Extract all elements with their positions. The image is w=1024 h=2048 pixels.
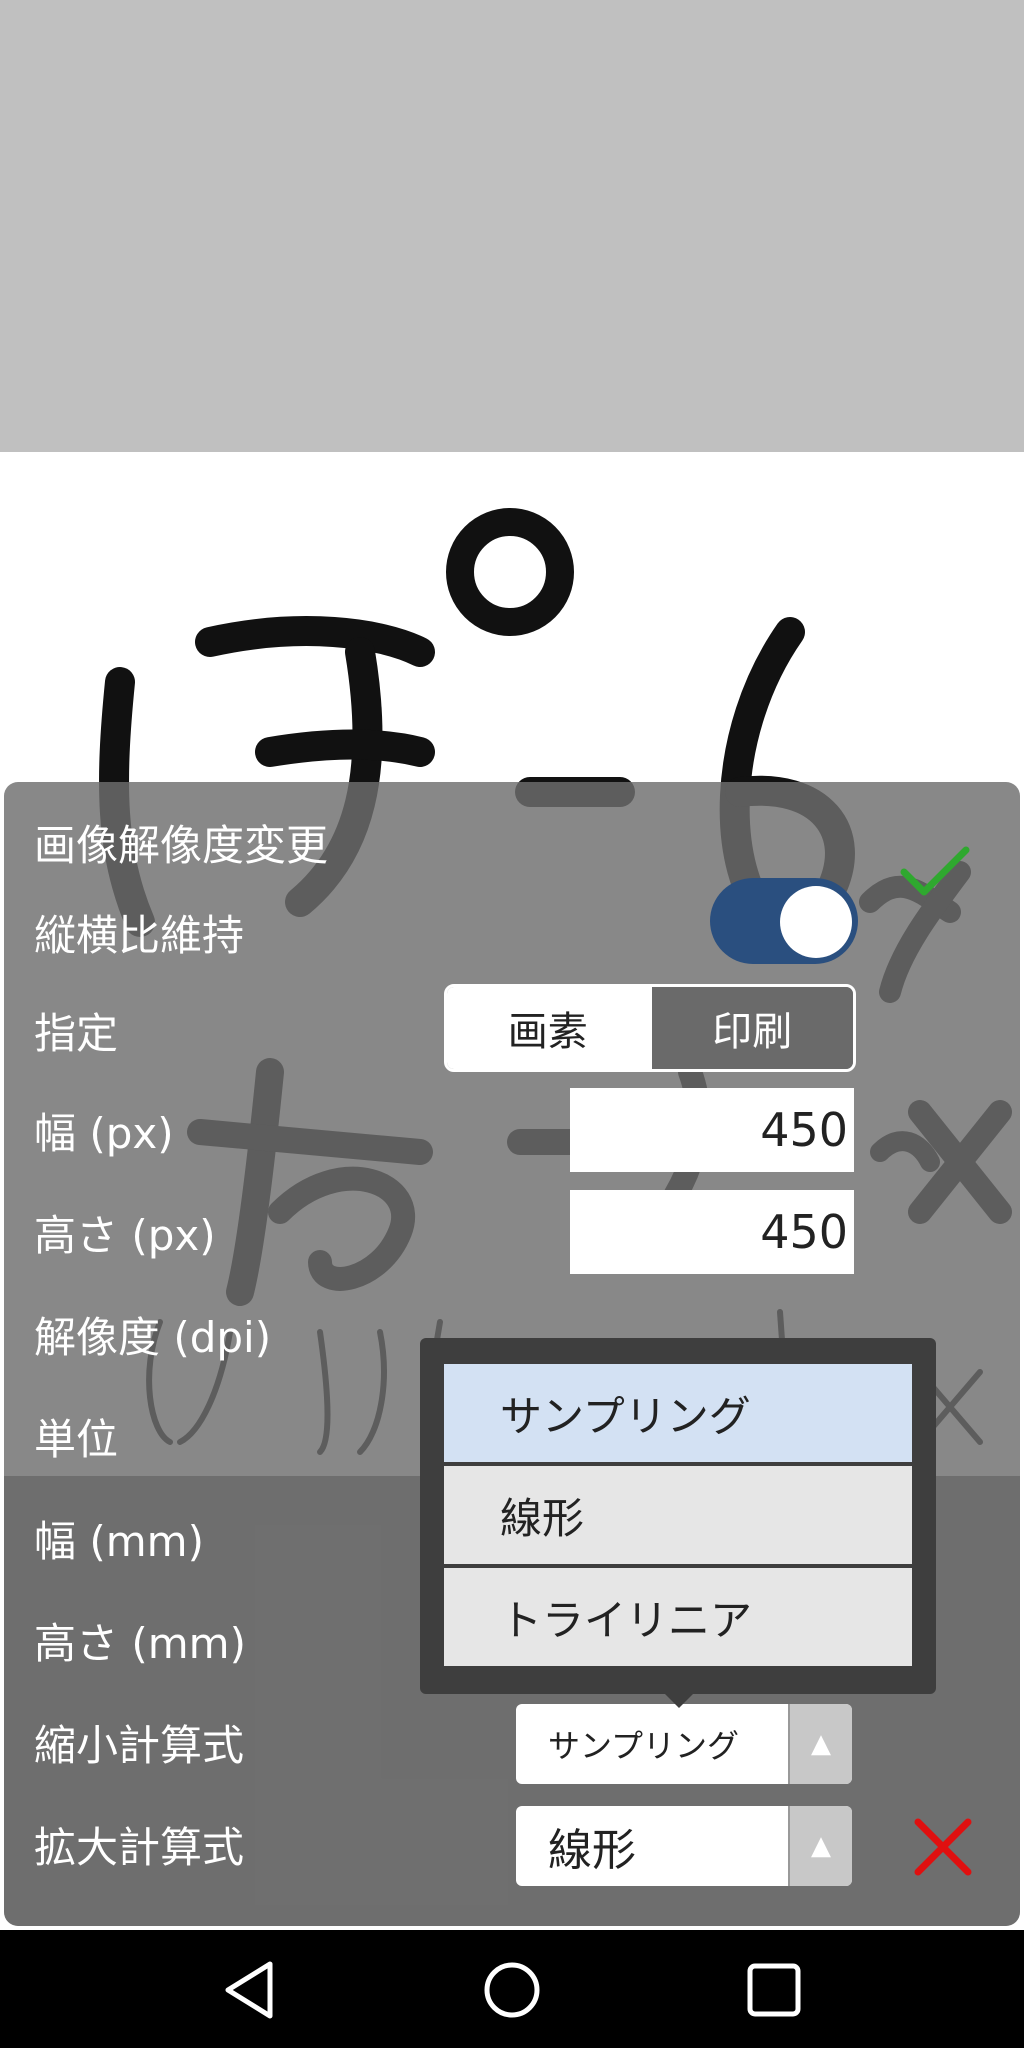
recents-square-icon[interactable] (738, 1954, 810, 2026)
dropdown-option-linear[interactable]: 線形 (444, 1466, 912, 1564)
enlarge-formula-value: 線形 (548, 1825, 636, 1876)
unit-label: 単位 (34, 1415, 119, 1464)
back-triangle-icon[interactable] (214, 1954, 286, 2026)
shrink-formula-value: サンプリング (548, 1727, 740, 1765)
system-navigation-bar (0, 1930, 1024, 2048)
shrink-formula-dropdown: サンプリング 線形 トライリニア (420, 1338, 936, 1708)
checkmark-icon[interactable] (894, 842, 974, 902)
home-circle-icon[interactable] (476, 1954, 548, 2026)
dropdown-pointer (665, 1694, 693, 1708)
triangle-up-icon: ▲ (788, 1704, 852, 1784)
spec-label: 指定 (34, 1009, 119, 1058)
toggle-knob (780, 886, 852, 958)
spec-option-pixel[interactable]: 画素 (447, 987, 649, 1069)
height-px-input[interactable]: 450 (570, 1190, 854, 1274)
top-gray-area (0, 0, 1024, 452)
enlarge-formula-select[interactable]: 線形 ▲ (516, 1806, 852, 1886)
height-px-label: 高さ (px) (34, 1211, 216, 1260)
shrink-formula-select[interactable]: サンプリング ▲ (516, 1704, 852, 1784)
aspect-ratio-toggle[interactable] (710, 878, 858, 964)
dropdown-option-sampling[interactable]: サンプリング (444, 1364, 912, 1462)
height-mm-label: 高さ (mm) (34, 1619, 246, 1668)
dialog-title: 画像解像度変更 (34, 821, 329, 870)
width-mm-label: 幅 (mm) (34, 1517, 204, 1566)
close-icon[interactable] (908, 1812, 978, 1882)
spec-option-print[interactable]: 印刷 (648, 987, 853, 1069)
triangle-up-icon: ▲ (788, 1806, 852, 1886)
spec-segmented-control: 画素 印刷 (444, 984, 856, 1072)
width-px-label: 幅 (px) (34, 1109, 174, 1158)
enlarge-formula-label: 拡大計算式 (34, 1823, 245, 1872)
shrink-formula-label: 縮小計算式 (34, 1721, 245, 1770)
aspect-ratio-label: 縦横比維持 (34, 911, 245, 960)
dropdown-option-trilinear[interactable]: トライリニア (444, 1568, 912, 1666)
width-px-input[interactable]: 450 (570, 1088, 854, 1172)
dpi-label: 解像度 (dpi) (34, 1313, 272, 1362)
